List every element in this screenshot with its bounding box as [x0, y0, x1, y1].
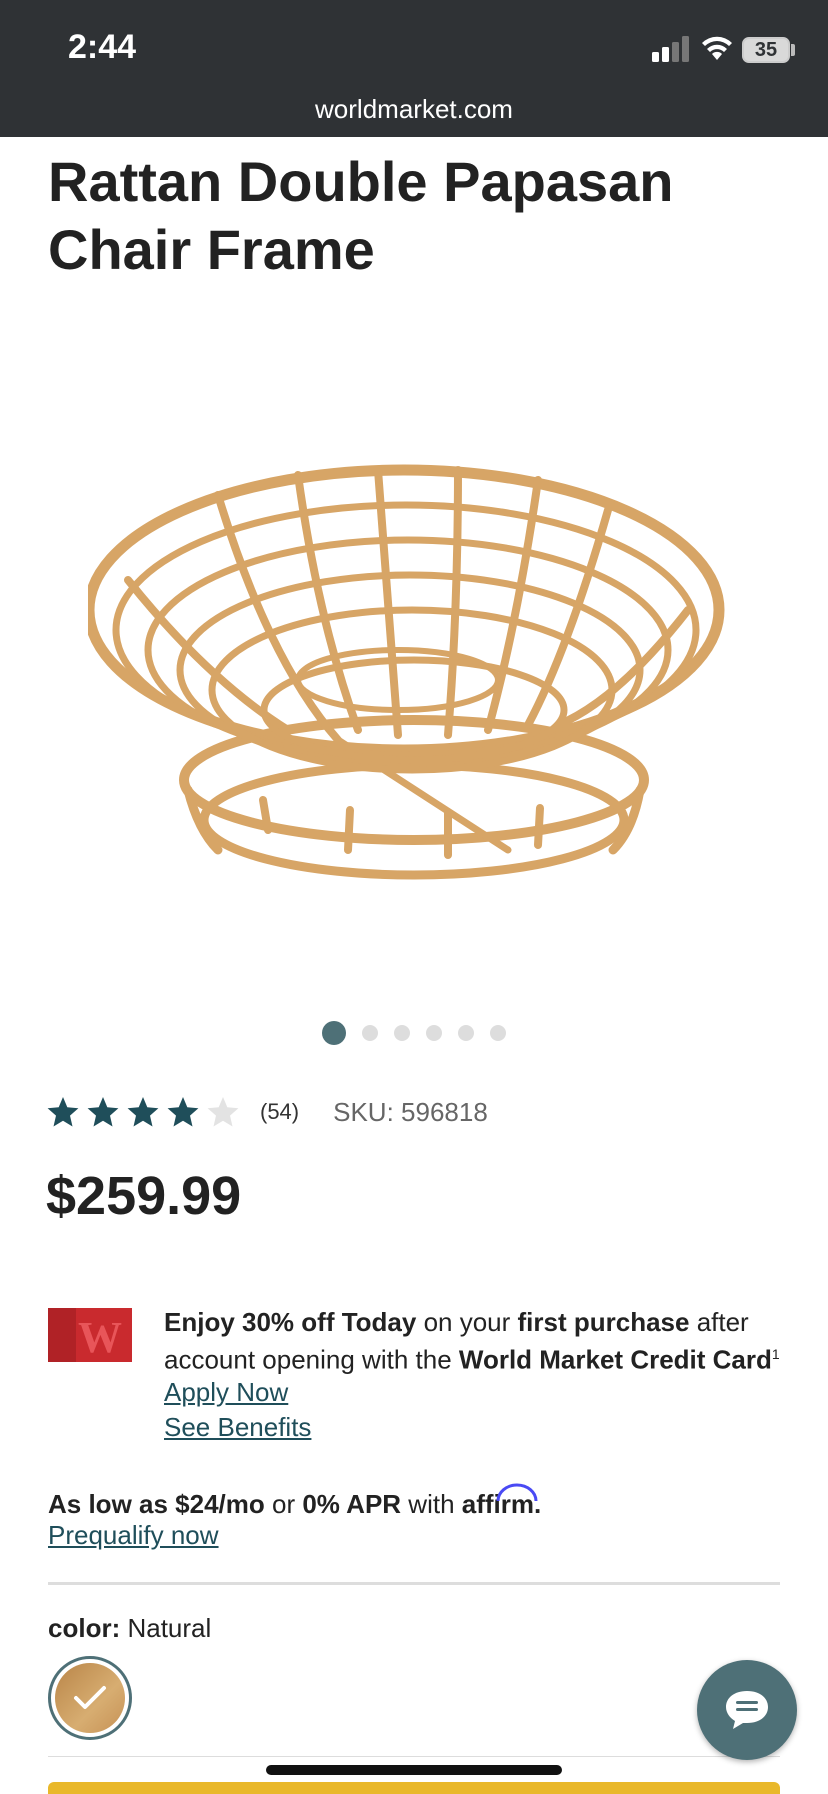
gallery-dot-1[interactable]	[322, 1021, 346, 1045]
gallery-dot-4[interactable]	[426, 1025, 442, 1041]
star-filled-icon	[47, 1097, 79, 1127]
credit-card-promo: Enjoy 30% off Today on your first purcha…	[164, 1307, 780, 1407]
price: $259.99	[46, 1166, 242, 1226]
affirm-logo: affirm	[462, 1483, 538, 1519]
affirm-arc-icon	[496, 1483, 538, 1502]
gallery-dot-2[interactable]	[362, 1025, 378, 1041]
gallery-dot-6[interactable]	[490, 1025, 506, 1041]
gallery-pagination[interactable]	[322, 1020, 506, 1046]
battery-icon: 35	[742, 37, 790, 63]
svg-text:W: W	[78, 1313, 122, 1362]
gallery-dot-3[interactable]	[394, 1025, 410, 1041]
gallery-dot-5[interactable]	[458, 1025, 474, 1041]
star-filled-icon	[127, 1097, 159, 1127]
star-rating[interactable]	[46, 1095, 246, 1129]
address-bar[interactable]: worldmarket.com	[0, 94, 828, 125]
chat-bubble-icon	[726, 1691, 768, 1729]
wifi-icon	[702, 36, 732, 60]
see-benefits-link[interactable]: See Benefits	[164, 1412, 311, 1443]
financing-offer: As low as $24/mo or 0% APR with affirm.	[48, 1483, 541, 1520]
divider	[48, 1582, 780, 1585]
rating-row[interactable]: (54) SKU: 596818	[46, 1095, 488, 1129]
checkmark-icon	[74, 1686, 106, 1709]
world-market-card-logo: W	[48, 1308, 132, 1362]
color-selector-label: color: Natural	[48, 1613, 212, 1643]
star-filled-icon	[167, 1097, 199, 1127]
star-filled-icon	[87, 1097, 119, 1127]
product-image[interactable]	[88, 380, 740, 900]
apply-now-link[interactable]: Apply Now	[164, 1377, 288, 1407]
star-empty-icon	[207, 1097, 239, 1127]
sku: SKU: 596818	[333, 1096, 488, 1127]
battery-tip	[791, 44, 795, 56]
product-title: Rattan Double Papasan Chair Frame	[48, 150, 674, 281]
chat-button[interactable]	[697, 1660, 797, 1760]
home-indicator	[266, 1765, 562, 1775]
divider	[48, 1756, 780, 1757]
status-bar: 2:44 35 worldmarket.com	[0, 0, 828, 137]
add-to-cart-bar[interactable]	[48, 1782, 780, 1794]
cellular-signal-icon	[652, 36, 689, 62]
clock: 2:44	[68, 28, 137, 66]
prequalify-link[interactable]: Prequalify now	[48, 1520, 219, 1551]
color-swatch-natural[interactable]	[48, 1656, 132, 1740]
review-count[interactable]: (54)	[260, 1099, 299, 1125]
